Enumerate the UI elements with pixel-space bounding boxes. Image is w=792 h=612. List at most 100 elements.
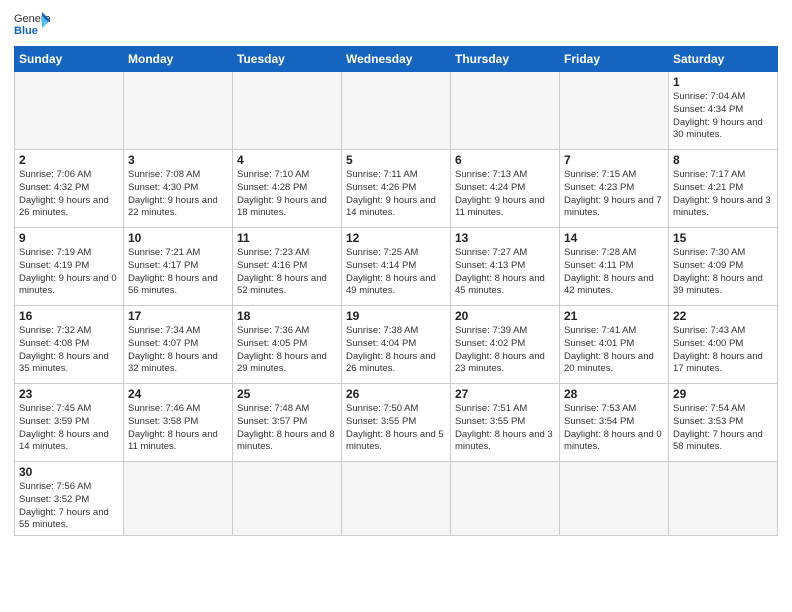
day-info: Sunrise: 7:32 AM Sunset: 4:08 PM Dayligh…: [19, 325, 119, 376]
calendar-cell: 4 Sunrise: 7:10 AM Sunset: 4:28 PM Daylig…: [233, 150, 342, 228]
calendar-cell: 22 Sunrise: 7:43 AM Sunset: 4:00 PM Dayli…: [669, 306, 778, 384]
calendar-cell: 30Sunrise: 7:56 AM Sunset: 3:52 PM Dayli…: [15, 462, 124, 536]
calendar-cell: [560, 462, 669, 536]
calendar-cell: [124, 72, 233, 150]
day-number: 22: [673, 309, 773, 323]
day-info: Sunrise: 7:46 AM Sunset: 3:58 PM Dayligh…: [128, 403, 228, 454]
calendar-cell: 14 Sunrise: 7:28 AM Sunset: 4:11 PM Dayli…: [560, 228, 669, 306]
generalblue-logo-icon: General Blue: [14, 10, 50, 38]
day-number: 19: [346, 309, 446, 323]
col-friday: Friday: [560, 47, 669, 72]
day-number: 28: [564, 387, 664, 401]
day-number: 2: [19, 153, 119, 167]
day-number: 23: [19, 387, 119, 401]
calendar-cell: 17Sunrise: 7:34 AM Sunset: 4:07 PM Dayli…: [124, 306, 233, 384]
day-info: Sunrise: 7:39 AM Sunset: 4:02 PM Dayligh…: [455, 325, 555, 376]
calendar-cell: 13 Sunrise: 7:27 AM Sunset: 4:13 PM Dayli…: [451, 228, 560, 306]
col-saturday: Saturday: [669, 47, 778, 72]
header: General Blue: [14, 10, 778, 38]
calendar-table: Sunday Monday Tuesday Wednesday Thursday…: [14, 46, 778, 536]
page: General Blue Sunday Monday Tuesday Wedne…: [0, 0, 792, 612]
calendar-cell: 9 Sunrise: 7:19 AM Sunset: 4:19 PM Daylig…: [15, 228, 124, 306]
col-wednesday: Wednesday: [342, 47, 451, 72]
day-number: 13: [455, 231, 555, 245]
day-info: Sunrise: 7:27 AM Sunset: 4:13 PM Dayligh…: [455, 247, 555, 298]
day-info: Sunrise: 7:28 AM Sunset: 4:11 PM Dayligh…: [564, 247, 664, 298]
calendar-cell: 23 Sunrise: 7:45 AM Sunset: 3:59 PM Dayli…: [15, 384, 124, 462]
day-info: Sunrise: 7:45 AM Sunset: 3:59 PM Dayligh…: [19, 403, 119, 454]
day-number: 26: [346, 387, 446, 401]
calendar-cell: 20 Sunrise: 7:39 AM Sunset: 4:02 PM Dayli…: [451, 306, 560, 384]
calendar-cell: [669, 462, 778, 536]
day-number: 30: [19, 465, 119, 479]
calendar-cell: 5 Sunrise: 7:11 AM Sunset: 4:26 PM Daylig…: [342, 150, 451, 228]
day-info: Sunrise: 7:17 AM Sunset: 4:21 PM Dayligh…: [673, 169, 773, 220]
calendar-cell: 1Sunrise: 7:04 AM Sunset: 4:34 PM Daylig…: [669, 72, 778, 150]
day-number: 4: [237, 153, 337, 167]
col-tuesday: Tuesday: [233, 47, 342, 72]
calendar-cell: 8 Sunrise: 7:17 AM Sunset: 4:21 PM Daylig…: [669, 150, 778, 228]
day-number: 9: [19, 231, 119, 245]
calendar-cell: [124, 462, 233, 536]
day-info: Sunrise: 7:30 AM Sunset: 4:09 PM Dayligh…: [673, 247, 773, 298]
day-info: Sunrise: 7:51 AM Sunset: 3:55 PM Dayligh…: [455, 403, 555, 454]
calendar-cell: 21 Sunrise: 7:41 AM Sunset: 4:01 PM Dayli…: [560, 306, 669, 384]
calendar-cell: 12 Sunrise: 7:25 AM Sunset: 4:14 PM Dayli…: [342, 228, 451, 306]
day-info: Sunrise: 7:50 AM Sunset: 3:55 PM Dayligh…: [346, 403, 446, 454]
day-number: 29: [673, 387, 773, 401]
calendar-cell: 16 Sunrise: 7:32 AM Sunset: 4:08 PM Dayli…: [15, 306, 124, 384]
day-number: 27: [455, 387, 555, 401]
day-number: 8: [673, 153, 773, 167]
col-monday: Monday: [124, 47, 233, 72]
calendar-cell: 24 Sunrise: 7:46 AM Sunset: 3:58 PM Dayli…: [124, 384, 233, 462]
day-info: Sunrise: 7:43 AM Sunset: 4:00 PM Dayligh…: [673, 325, 773, 376]
day-info: Sunrise: 7:13 AM Sunset: 4:24 PM Dayligh…: [455, 169, 555, 220]
calendar-cell: [560, 72, 669, 150]
logo-area: General Blue: [14, 10, 50, 38]
day-number: 3: [128, 153, 228, 167]
day-info: Sunrise: 7:15 AM Sunset: 4:23 PM Dayligh…: [564, 169, 664, 220]
day-number: 12: [346, 231, 446, 245]
calendar-cell: 15 Sunrise: 7:30 AM Sunset: 4:09 PM Dayli…: [669, 228, 778, 306]
day-number: 10: [128, 231, 228, 245]
day-info: Sunrise: 7:41 AM Sunset: 4:01 PM Dayligh…: [564, 325, 664, 376]
calendar-cell: [342, 462, 451, 536]
calendar-header-row: Sunday Monday Tuesday Wednesday Thursday…: [15, 47, 778, 72]
day-info: Sunrise: 7:08 AM Sunset: 4:30 PM Dayligh…: [128, 169, 228, 220]
day-number: 21: [564, 309, 664, 323]
calendar-cell: 3 Sunrise: 7:08 AM Sunset: 4:30 PM Daylig…: [124, 150, 233, 228]
day-number: 14: [564, 231, 664, 245]
day-number: 5: [346, 153, 446, 167]
col-thursday: Thursday: [451, 47, 560, 72]
day-number: 25: [237, 387, 337, 401]
day-info: Sunrise: 7:38 AM Sunset: 4:04 PM Dayligh…: [346, 325, 446, 376]
calendar-cell: 25 Sunrise: 7:48 AM Sunset: 3:57 PM Dayli…: [233, 384, 342, 462]
svg-text:Blue: Blue: [14, 25, 38, 37]
day-info: Sunrise: 7:21 AM Sunset: 4:17 PM Dayligh…: [128, 247, 228, 298]
day-number: 20: [455, 309, 555, 323]
day-info: Sunrise: 7:19 AM Sunset: 4:19 PM Dayligh…: [19, 247, 119, 298]
calendar-cell: [451, 72, 560, 150]
day-info: Sunrise: 7:11 AM Sunset: 4:26 PM Dayligh…: [346, 169, 446, 220]
calendar-cell: 18Sunrise: 7:36 AM Sunset: 4:05 PM Dayli…: [233, 306, 342, 384]
day-info: Sunrise: 7:10 AM Sunset: 4:28 PM Dayligh…: [237, 169, 337, 220]
calendar-cell: 6Sunrise: 7:13 AM Sunset: 4:24 PM Daylig…: [451, 150, 560, 228]
day-info: Sunrise: 7:25 AM Sunset: 4:14 PM Dayligh…: [346, 247, 446, 298]
day-info: Sunrise: 7:23 AM Sunset: 4:16 PM Dayligh…: [237, 247, 337, 298]
col-sunday: Sunday: [15, 47, 124, 72]
calendar-cell: 2Sunrise: 7:06 AM Sunset: 4:32 PM Daylig…: [15, 150, 124, 228]
day-info: Sunrise: 7:48 AM Sunset: 3:57 PM Dayligh…: [237, 403, 337, 454]
day-info: Sunrise: 7:34 AM Sunset: 4:07 PM Dayligh…: [128, 325, 228, 376]
day-number: 11: [237, 231, 337, 245]
day-info: Sunrise: 7:04 AM Sunset: 4:34 PM Dayligh…: [673, 91, 773, 142]
calendar-cell: 29Sunrise: 7:54 AM Sunset: 3:53 PM Dayli…: [669, 384, 778, 462]
calendar-cell: 28 Sunrise: 7:53 AM Sunset: 3:54 PM Dayli…: [560, 384, 669, 462]
day-number: 15: [673, 231, 773, 245]
calendar-cell: 26 Sunrise: 7:50 AM Sunset: 3:55 PM Dayli…: [342, 384, 451, 462]
day-number: 16: [19, 309, 119, 323]
day-number: 24: [128, 387, 228, 401]
calendar-cell: 11 Sunrise: 7:23 AM Sunset: 4:16 PM Dayli…: [233, 228, 342, 306]
calendar-cell: 27 Sunrise: 7:51 AM Sunset: 3:55 PM Dayli…: [451, 384, 560, 462]
calendar-cell: [451, 462, 560, 536]
day-info: Sunrise: 7:53 AM Sunset: 3:54 PM Dayligh…: [564, 403, 664, 454]
